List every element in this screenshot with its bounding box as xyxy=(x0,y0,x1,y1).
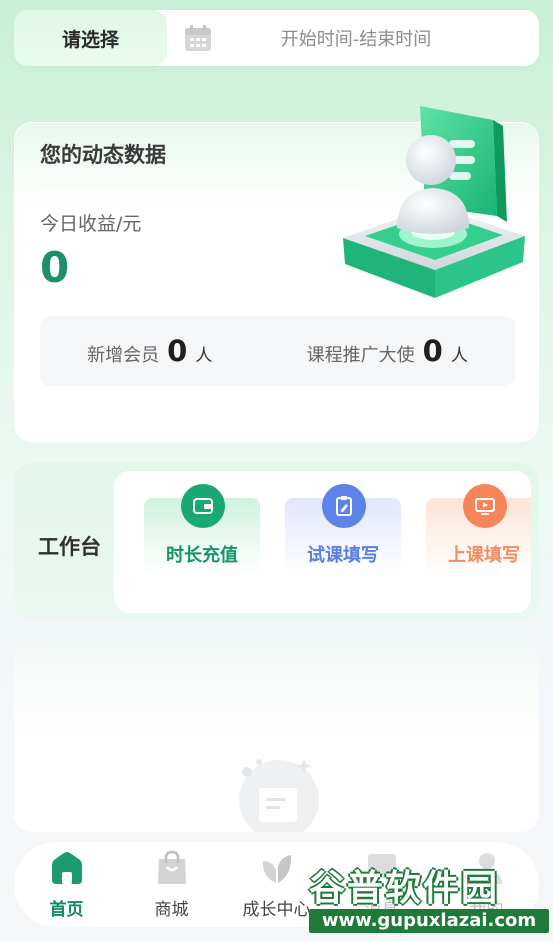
class-record-form-button[interactable]: 上课填写 xyxy=(426,484,531,578)
tab-label: 首页 xyxy=(49,900,84,920)
workbench-title: 工作台 xyxy=(38,535,101,559)
watermark-url: www.gupuxlazai.com xyxy=(309,909,549,933)
ambassador-stat: 课程推广大使 0 人 xyxy=(307,334,468,368)
new-members-value: 0 xyxy=(167,334,188,368)
empty-state-icon xyxy=(239,758,319,832)
content-card xyxy=(14,642,539,832)
calendar-icon[interactable] xyxy=(183,23,213,53)
filter-bar: 请选择 开始时间-结束时间 xyxy=(14,10,539,66)
tool-label: 时长充值 xyxy=(166,545,238,566)
ambassador-unit: 人 xyxy=(450,346,468,366)
ambassador-value: 0 xyxy=(422,334,443,368)
tool-label: 试课填写 xyxy=(307,545,379,566)
date-range-picker[interactable]: 开始时间-结束时间 xyxy=(213,25,539,51)
new-members-unit: 人 xyxy=(195,346,213,366)
new-members-stat: 新增会员 0 人 xyxy=(87,334,212,368)
leaf-icon xyxy=(262,855,291,884)
clipboard-edit-icon xyxy=(322,484,366,528)
shopping-bag-icon xyxy=(157,850,186,884)
ambassador-label: 课程推广大使 xyxy=(306,345,415,366)
site-watermark: 谷普软件园 www.gupuxlazai.com xyxy=(303,855,553,937)
card-title: 您的动态数据 xyxy=(40,143,166,167)
duration-recharge-button[interactable]: 时长充值 xyxy=(144,484,260,578)
workbench-section: 工作台 时长充值 试课填写 上课填写 xyxy=(14,463,539,620)
wallet-icon xyxy=(181,484,225,528)
workbench-tools-panel: 时长充值 试课填写 上课填写 xyxy=(114,471,531,613)
stats-box: 新增会员 0 人 课程推广大使 0 人 xyxy=(40,316,515,386)
trial-class-form-button[interactable]: 试课填写 xyxy=(285,484,401,578)
filter-select-button[interactable]: 请选择 xyxy=(14,10,167,66)
tab-home[interactable]: 首页 xyxy=(22,849,112,920)
income-label: 今日收益/元 xyxy=(40,213,142,235)
watermark-brand: 谷普软件园 xyxy=(309,868,500,909)
tab-label: 成长中心 xyxy=(242,900,311,920)
tab-label: 商城 xyxy=(154,900,189,920)
user-profile-illustration-icon xyxy=(343,106,525,298)
home-icon xyxy=(51,852,82,884)
video-play-icon xyxy=(463,484,507,528)
tab-mall[interactable]: 商城 xyxy=(127,849,217,920)
new-members-label: 新增会员 xyxy=(87,345,160,366)
tool-label: 上课填写 xyxy=(448,545,520,566)
income-value: 0 xyxy=(40,243,70,292)
